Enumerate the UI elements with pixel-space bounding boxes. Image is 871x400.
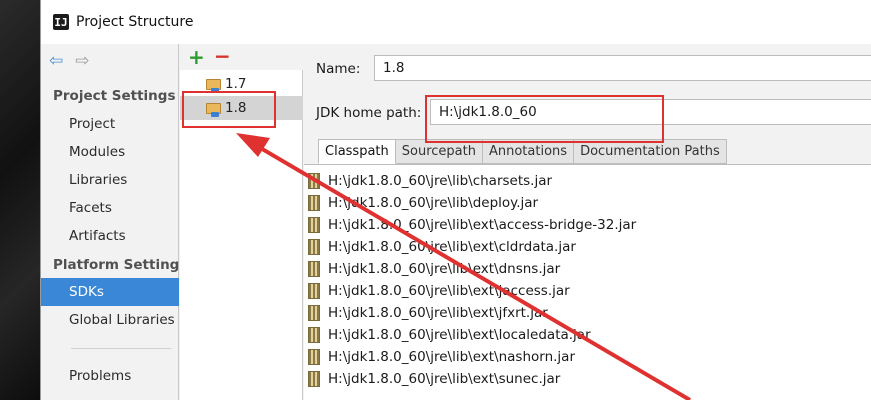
- annotation-arrow-head-icon: [236, 133, 270, 157]
- annotation-arrow-line: [250, 141, 692, 400]
- annotation-arrow-layer: [236, 133, 692, 400]
